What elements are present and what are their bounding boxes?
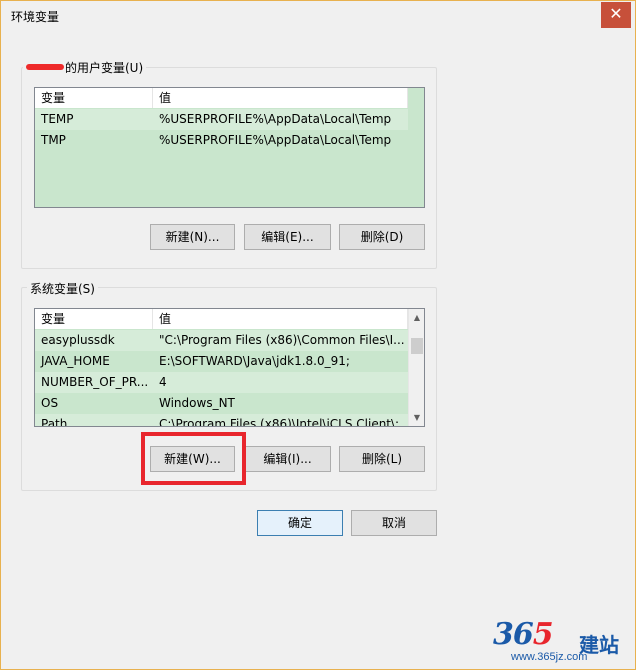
ok-button[interactable]: 确定	[257, 510, 343, 536]
vertical-scrollbar[interactable]: ▲ ▼	[408, 309, 424, 426]
variable-name: TMP	[41, 133, 66, 147]
variable-value: E:\SOFTWARD\Java\jdk1.8.0_91;	[159, 354, 350, 368]
column-header-value[interactable]: 值	[153, 309, 408, 329]
scroll-down-icon[interactable]: ▼	[409, 409, 424, 426]
list-item[interactable]: TEMP %USERPROFILE%\AppData\Local\Temp	[35, 109, 408, 130]
variable-value: Windows_NT	[159, 396, 235, 410]
list-header: 变量 值	[35, 88, 408, 108]
list-item[interactable]: JAVA_HOME E:\SOFTWARD\Java\jdk1.8.0_91;	[35, 351, 408, 372]
user-variables-label: 的用户变量(U)	[23, 59, 147, 76]
redacted-username	[26, 63, 64, 70]
highlight-annotation	[141, 432, 246, 485]
variable-name: OS	[41, 396, 59, 410]
variable-value: 4	[159, 375, 167, 389]
window-title: 环境变量	[11, 10, 60, 24]
list-header: 变量 值	[35, 309, 408, 329]
scroll-thumb[interactable]	[411, 338, 423, 354]
logo-number: 365	[493, 617, 554, 652]
column-header-variable[interactable]: 变量	[35, 88, 153, 108]
user-variables-list[interactable]: 变量 值 TEMP %USERPROFILE%\AppData\Local\Te…	[34, 87, 425, 208]
environment-variables-window: 环境变量 ✕ 的用户变量(U) 变量 值 TEMP %USERPROFILE%\…	[0, 0, 636, 670]
variable-name: Path	[41, 417, 68, 427]
scroll-up-icon[interactable]: ▲	[409, 309, 424, 326]
variable-value: "C:\Program Files (x86)\Common Files\I..…	[159, 333, 405, 347]
column-header-variable[interactable]: 变量	[35, 309, 153, 329]
watermark-url: www.365jz.com	[511, 651, 588, 663]
user-edit-button[interactable]: 编辑(E)...	[244, 224, 331, 250]
variable-name: JAVA_HOME	[41, 354, 110, 368]
variable-name: TEMP	[41, 112, 74, 126]
variable-value: C:\Program Files (x86)\Intel\iCLS Client…	[159, 417, 408, 427]
title-bar[interactable]: 环境变量 ✕	[1, 1, 635, 31]
watermark-logo: 365 建站 www.365jz.com	[493, 617, 623, 663]
variable-value: %USERPROFILE%\AppData\Local\Temp	[159, 112, 392, 126]
variable-name: easyplussdk	[41, 333, 115, 347]
close-button[interactable]: ✕	[601, 2, 631, 28]
system-delete-button[interactable]: 删除(L)	[339, 446, 425, 472]
user-new-button[interactable]: 新建(N)...	[150, 224, 235, 250]
list-item[interactable]: TMP %USERPROFILE%\AppData\Local\Temp	[35, 130, 424, 151]
variable-name: NUMBER_OF_PR...	[41, 375, 149, 389]
system-variables-label: 系统变量(S)	[27, 280, 98, 297]
cancel-button[interactable]: 取消	[351, 510, 437, 536]
list-item[interactable]: easyplussdk "C:\Program Files (x86)\Comm…	[35, 330, 408, 351]
system-variables-list[interactable]: 变量 值 easyplussdk "C:\Program Files (x86)…	[34, 308, 425, 427]
system-edit-button[interactable]: 编辑(I)...	[244, 446, 331, 472]
close-icon: ✕	[609, 4, 623, 23]
list-item[interactable]: NUMBER_OF_PR... 4	[35, 372, 408, 393]
list-item[interactable]: Path C:\Program Files (x86)\Intel\iCLS C…	[35, 414, 408, 427]
column-header-value[interactable]: 值	[153, 88, 408, 108]
list-item[interactable]: OS Windows_NT	[35, 393, 408, 414]
variable-value: %USERPROFILE%\AppData\Local\Temp	[159, 133, 392, 147]
user-delete-button[interactable]: 删除(D)	[339, 224, 425, 250]
